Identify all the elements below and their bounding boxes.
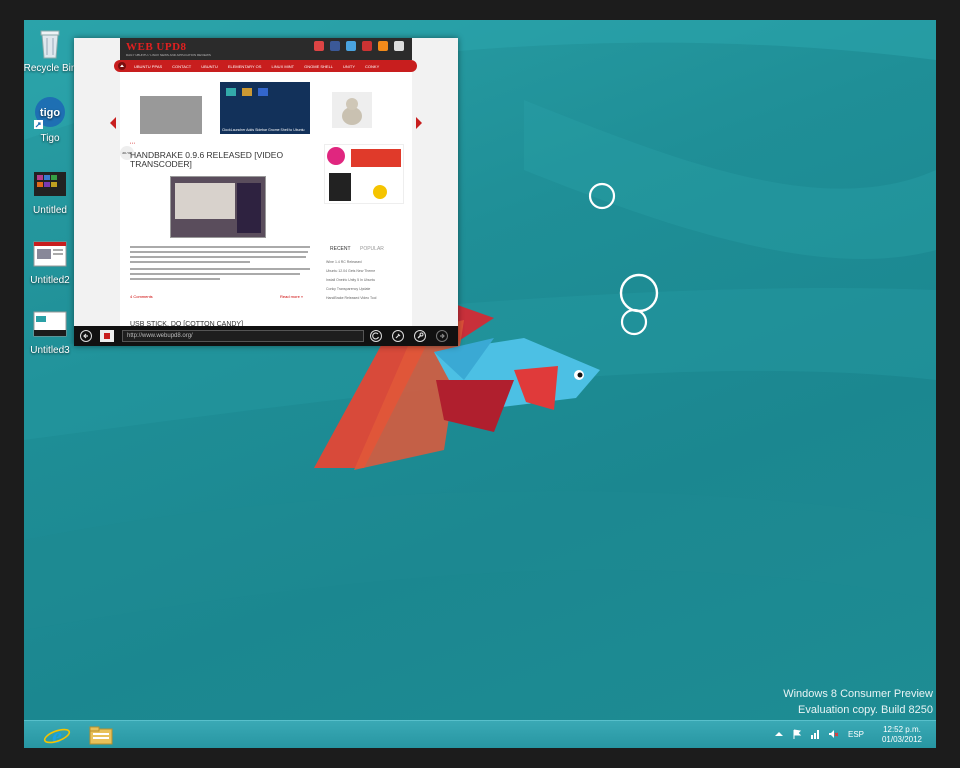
post-text-line xyxy=(130,256,306,258)
site-tagline: DAILY UBUNTU / LINUX NEWS AND APPLICATIO… xyxy=(126,53,211,57)
site-favicon xyxy=(100,330,114,342)
arrow-right-icon xyxy=(440,333,445,339)
taskbar-explorer-button[interactable] xyxy=(86,723,116,747)
ie-address-bar: http://www.webupd8.org/ xyxy=(74,326,458,346)
forward-button[interactable] xyxy=(436,330,448,342)
desktop-icon-label: Untitled3 xyxy=(30,345,70,356)
pin-button[interactable] xyxy=(392,330,404,342)
slide-caption: ClockLauncher Adds Sidebar Gnome Shell t… xyxy=(222,128,305,132)
sidebar: RECENT POPULAR Wine 1.4 RC Released Ubun… xyxy=(318,138,410,328)
page-tools-button[interactable] xyxy=(414,330,426,342)
home-icon[interactable] xyxy=(118,62,126,70)
ad-banner[interactable] xyxy=(324,144,404,204)
nav-item[interactable]: GNOME SHELL xyxy=(304,64,333,69)
nav-item[interactable]: CONKY xyxy=(365,64,379,69)
post-text-line xyxy=(130,261,250,263)
post-text-line xyxy=(130,251,308,253)
desktop-icon-label: Tigo xyxy=(40,133,60,144)
tab-popular[interactable]: POPULAR xyxy=(360,246,384,252)
nav-item[interactable]: UBUNTU PPAS xyxy=(134,64,162,69)
address-input[interactable]: http://www.webupd8.org/ xyxy=(122,330,364,342)
post-text-line xyxy=(130,246,310,248)
clock-time: 12:52 p.m. xyxy=(883,725,921,734)
nav-item[interactable]: UNITY xyxy=(343,64,355,69)
chevron-right-icon[interactable] xyxy=(414,116,424,130)
chevron-up-icon[interactable] xyxy=(774,729,784,739)
post-text-line xyxy=(130,278,220,280)
site-nav: UBUNTU PPAS CONTACT UBUNTU ELEMENTARY OS… xyxy=(114,60,417,72)
tab-recent[interactable]: RECENT xyxy=(330,246,351,252)
youtube-icon[interactable] xyxy=(362,41,372,51)
wrench-icon xyxy=(417,332,424,339)
recent-posts-list: Wine 1.4 RC Released Ubuntu 12.04 Gets N… xyxy=(326,258,406,303)
nav-item[interactable]: LINUX MINT xyxy=(271,64,294,69)
desktop-icon-label: Untitled xyxy=(33,205,67,216)
watermark-line: Evaluation copy. Build 8250 xyxy=(798,704,933,716)
site-header: WEB UPD8 DAILY UBUNTU / LINUX NEWS AND A… xyxy=(120,38,412,60)
slide-thumbnail[interactable]: ClockLauncher Adds Sidebar Gnome Shell t… xyxy=(220,82,310,134)
post-title[interactable]: HANDBRAKE 0.9.6 RELEASED [VIDEO TRANSCOD… xyxy=(130,151,315,169)
slide-thumbnail[interactable] xyxy=(140,96,202,134)
list-item[interactable]: Install Oneiric Unity 5 In Ubuntu xyxy=(326,276,406,285)
desktop: Recycle Bin tigo Tigo Untitled Untitled2… xyxy=(24,20,936,748)
clock[interactable]: 12:52 p.m. 01/03/2012 xyxy=(882,725,922,745)
list-item[interactable]: Ubuntu 12.04 Gets New Theme xyxy=(326,267,406,276)
tigo-icon: tigo xyxy=(33,96,67,130)
desktop-icon-untitled3[interactable]: Untitled3 xyxy=(24,308,78,356)
list-item[interactable]: HandBrake Released Video Tool xyxy=(326,294,406,303)
nav-item[interactable]: CONTACT xyxy=(172,64,191,69)
mail-icon[interactable] xyxy=(394,41,404,51)
image-file-icon xyxy=(33,308,67,342)
twitter-icon[interactable] xyxy=(346,41,356,51)
featured-slider: ClockLauncher Adds Sidebar Gnome Shell t… xyxy=(120,72,412,134)
action-center-flag-icon[interactable] xyxy=(792,729,802,739)
ie-browser-window[interactable]: WEB UPD8 DAILY UBUNTU / LINUX NEWS AND A… xyxy=(74,38,458,346)
refresh-icon xyxy=(372,332,380,340)
post-text-line xyxy=(130,273,300,275)
post-meta: ▪ ▪ ▪ xyxy=(130,141,135,145)
clock-date: 01/03/2012 xyxy=(881,735,922,744)
list-item[interactable]: Conky Transparency Update xyxy=(326,285,406,294)
web-page: WEB UPD8 DAILY UBUNTU / LINUX NEWS AND A… xyxy=(120,38,412,328)
desktop-icon-recycle-bin[interactable]: Recycle Bin xyxy=(24,26,78,74)
site-logo[interactable]: WEB UPD8 xyxy=(126,41,187,53)
network-icon[interactable] xyxy=(810,729,820,739)
nav-item[interactable]: UBUNTU xyxy=(201,64,218,69)
google-plus-icon[interactable] xyxy=(314,41,324,51)
watermark-line: Windows 8 Consumer Preview xyxy=(783,688,933,700)
desktop-icon-label: Untitled2 xyxy=(30,275,70,286)
post-image[interactable] xyxy=(170,176,266,238)
desktop-icon-label: Recycle Bin xyxy=(24,63,77,74)
language-indicator[interactable]: ESP xyxy=(848,730,864,739)
post-text-line xyxy=(130,268,310,270)
refresh-button[interactable] xyxy=(370,330,382,342)
back-button[interactable] xyxy=(80,330,92,342)
comments-link[interactable]: 4 Comments xyxy=(130,294,153,299)
pin-icon xyxy=(395,333,401,339)
nav-item[interactable]: ELEMENTARY OS xyxy=(228,64,262,69)
build-watermark: Windows 8 Consumer Preview Evaluation co… xyxy=(783,686,933,718)
desktop-icon-untitled2[interactable]: Untitled2 xyxy=(24,238,78,286)
speaker-muted-icon[interactable] xyxy=(828,729,838,739)
image-file-icon xyxy=(33,168,67,202)
arrow-left-icon xyxy=(83,333,88,339)
taskbar: e ESP 12:52 p.m. 01/03/2012 xyxy=(24,720,936,748)
taskbar-ie-button[interactable]: e xyxy=(42,723,72,748)
svg-text:tigo: tigo xyxy=(40,107,60,119)
list-item[interactable]: Wine 1.4 RC Released xyxy=(326,258,406,267)
file-explorer-icon xyxy=(89,726,113,745)
facebook-icon[interactable] xyxy=(330,41,340,51)
chevron-left-icon[interactable] xyxy=(108,116,118,130)
desktop-icon-untitled[interactable]: Untitled xyxy=(24,168,78,216)
slide-thumbnail[interactable] xyxy=(332,92,372,128)
desktop-icon-tigo[interactable]: tigo Tigo xyxy=(24,96,78,144)
svg-text:e: e xyxy=(52,723,62,747)
image-file-icon xyxy=(33,238,67,272)
internet-explorer-icon: e xyxy=(43,723,71,748)
read-more-link[interactable]: Read more » xyxy=(280,294,303,299)
recycle-bin-icon xyxy=(33,26,67,60)
rss-icon[interactable] xyxy=(378,41,388,51)
